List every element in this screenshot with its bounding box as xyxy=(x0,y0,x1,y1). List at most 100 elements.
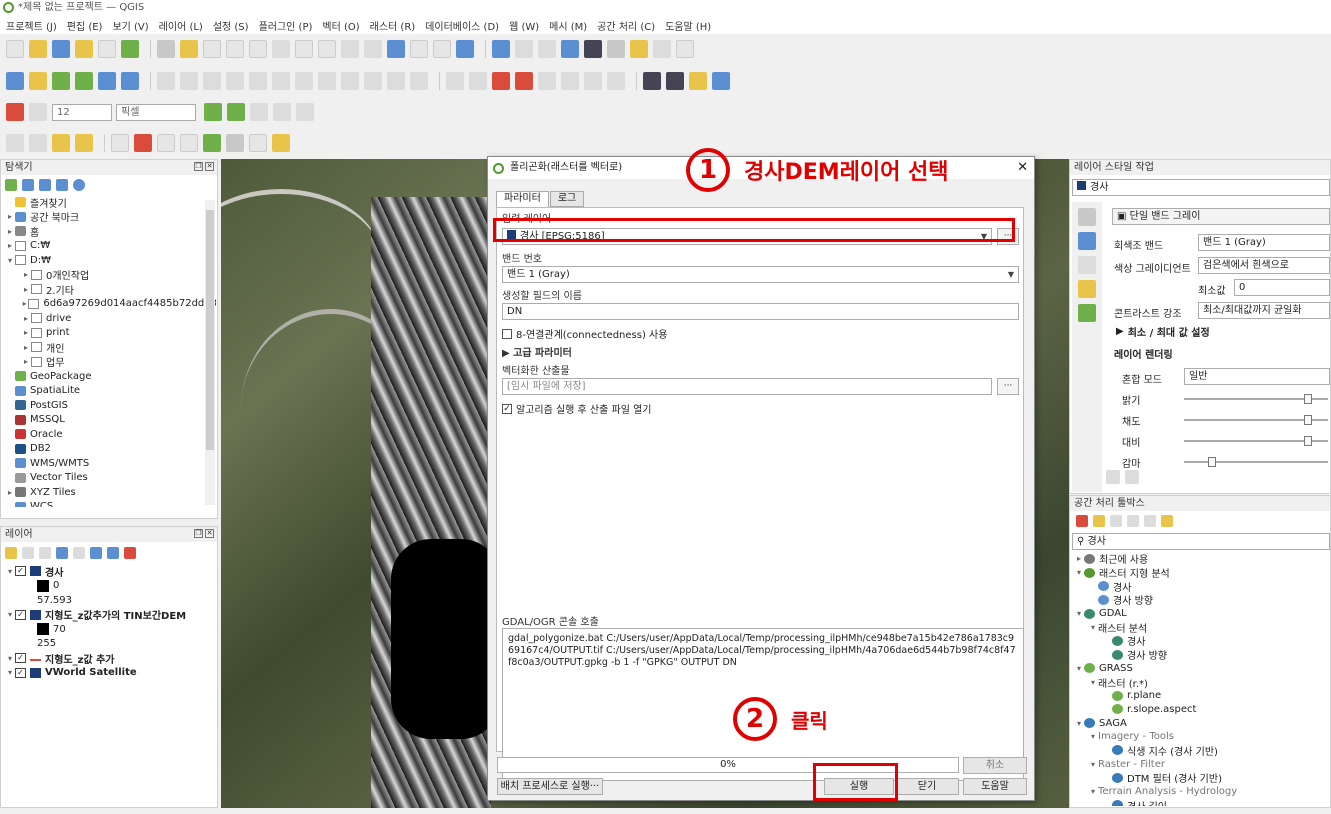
expand-arrow-icon[interactable]: ▾ xyxy=(5,567,15,576)
browser-item[interactable]: Oracle xyxy=(5,427,217,442)
browser-item[interactable]: ▸ 업무 xyxy=(5,355,217,369)
menu-item[interactable]: 플러그인 (P) xyxy=(259,18,313,33)
scripts-icon[interactable] xyxy=(1093,515,1105,527)
field-name-input[interactable]: DN xyxy=(502,303,1019,320)
expand-arrow-icon[interactable]: ▸ xyxy=(21,314,31,323)
deselect-icon[interactable] xyxy=(52,134,70,152)
zoom-full-icon[interactable] xyxy=(249,40,267,58)
models-icon[interactable] xyxy=(1076,515,1088,527)
expand-arrow-icon[interactable]: ▸ xyxy=(5,241,15,250)
toolbox-item[interactable]: ▾ GDAL xyxy=(1074,607,1328,621)
collapse-all-icon[interactable] xyxy=(56,179,68,191)
toolbox-item[interactable]: 식생 지수 (경사 기반) xyxy=(1074,744,1328,758)
toolbox-item[interactable]: DTM 필터 (경사 기반) xyxy=(1074,771,1328,785)
gamma-knob[interactable] xyxy=(1208,457,1216,467)
new-bookmark-icon[interactable] xyxy=(387,40,405,58)
connectedness-checkbox[interactable]: 8-연결관계(connectedness) 사용 xyxy=(502,326,667,341)
expand-arrow-icon[interactable]: ▸ xyxy=(21,270,31,279)
toolbox-item[interactable]: ▾ GRASS xyxy=(1074,662,1328,676)
data-source-manager-icon[interactable] xyxy=(6,72,24,90)
expand-arrow-icon[interactable]: ▸ xyxy=(5,212,15,221)
layer-row[interactable]: ▾ ✓ 지형도_z값 추가 xyxy=(5,651,217,666)
layer-row[interactable]: ▾ ✓ 지형도_z값추가의 TIN보간DEM xyxy=(5,608,217,622)
undo-style-icon[interactable] xyxy=(1106,470,1120,484)
browser-item[interactable]: ▸ 개인 xyxy=(5,340,217,355)
layout-manager-icon[interactable] xyxy=(75,40,93,58)
contrast-knob[interactable] xyxy=(1304,436,1312,446)
contrast-enhancement-select[interactable]: 최소/최대값까지 균일화 xyxy=(1198,302,1330,319)
expand-arrow-icon[interactable]: ▾ xyxy=(1088,760,1098,769)
gradient-select[interactable]: 검은색에서 흰색으로 xyxy=(1198,257,1330,274)
menu-item[interactable]: 설정 (S) xyxy=(213,18,249,33)
toolbox-item[interactable]: 경사 xyxy=(1074,579,1328,594)
menu-item[interactable]: 도움말 (H) xyxy=(665,18,711,33)
avoid-overlap-icon[interactable] xyxy=(227,103,245,121)
zoom-last-icon[interactable] xyxy=(341,40,359,58)
self-snap-icon[interactable] xyxy=(273,103,291,121)
filter-expression-icon[interactable] xyxy=(73,547,85,559)
add-mesh-icon[interactable] xyxy=(98,72,116,90)
expand-arrow-icon[interactable]: ▾ xyxy=(1088,787,1098,796)
browser-item[interactable]: ▸ 홈 xyxy=(5,224,217,239)
expand-arrow-icon[interactable]: ▸ xyxy=(1074,554,1084,563)
browser-scrollbar[interactable] xyxy=(205,200,215,505)
print-layout-icon[interactable] xyxy=(98,40,116,58)
zoom-native-icon[interactable] xyxy=(318,40,336,58)
browser-item[interactable]: WMS/WMTS xyxy=(5,456,217,471)
measure-icon[interactable] xyxy=(607,40,625,58)
collapse-layers-icon[interactable] xyxy=(107,547,119,559)
float-panel-icon[interactable]: ❐ xyxy=(194,162,203,171)
blend-mode-select[interactable]: 일반 xyxy=(1184,368,1330,385)
close-layers-icon[interactable]: ✕ xyxy=(205,529,214,538)
toolbox-item[interactable]: 경사 방향 xyxy=(1074,648,1328,662)
band-select[interactable]: 밴드 1 (Gray) ▼ xyxy=(502,266,1019,283)
close-panel-icon[interactable]: ✕ xyxy=(205,162,214,171)
python-icon[interactable] xyxy=(689,72,707,90)
toolbox-item[interactable]: r.plane xyxy=(1074,689,1328,703)
open-project-icon[interactable] xyxy=(29,40,47,58)
browser-item[interactable]: ▸ print xyxy=(5,326,217,341)
contrast-slider[interactable] xyxy=(1184,436,1328,446)
pan-hand-icon[interactable] xyxy=(157,40,175,58)
label-abc-icon[interactable] xyxy=(515,72,533,90)
menu-item[interactable]: 레이어 (L) xyxy=(159,18,203,33)
web-globe-icon[interactable] xyxy=(226,134,244,152)
dialog-close-icon[interactable]: ✕ xyxy=(1017,157,1028,179)
remove-layer-icon[interactable] xyxy=(124,547,136,559)
expand-arrow-icon[interactable]: ▸ xyxy=(21,285,31,294)
float-layers-icon[interactable]: ❐ xyxy=(194,529,203,538)
new-layer-icon[interactable] xyxy=(29,72,47,90)
help-icon[interactable] xyxy=(712,72,730,90)
connectedness-box[interactable] xyxy=(502,328,512,339)
move-label-icon[interactable] xyxy=(561,72,579,90)
output-file-input[interactable]: [임시 파일에 저장] xyxy=(502,378,992,395)
toolbox-item[interactable]: ▾ Raster - Filter xyxy=(1074,757,1328,771)
copy-features-icon[interactable] xyxy=(341,72,359,90)
expand-arrow-icon[interactable]: ▾ xyxy=(1088,623,1098,632)
manage-themes-icon[interactable] xyxy=(39,547,51,559)
brightness-knob[interactable] xyxy=(1304,394,1312,404)
layer-visibility-checkbox[interactable]: ✓ xyxy=(15,566,26,577)
refresh-icon[interactable] xyxy=(456,40,474,58)
expand-arrow-icon[interactable]: ▾ xyxy=(1088,732,1098,741)
add-vector-icon[interactable] xyxy=(52,72,70,90)
rendering-icon[interactable] xyxy=(1078,280,1096,298)
zoom-out-icon[interactable] xyxy=(226,40,244,58)
globe-icon[interactable] xyxy=(666,72,684,90)
change-label-icon[interactable] xyxy=(607,72,625,90)
toolbox-item[interactable]: ▾ Imagery - Tools xyxy=(1074,730,1328,744)
add-delimited-icon[interactable] xyxy=(121,72,139,90)
browser-item[interactable]: WCS xyxy=(5,500,217,507)
menu-item[interactable]: 웹 (W) xyxy=(509,18,539,33)
temporal-controller-icon[interactable] xyxy=(433,40,451,58)
show-bookmarks-icon[interactable] xyxy=(410,40,428,58)
output-browse-button[interactable]: ··· xyxy=(997,378,1019,395)
browser-item[interactable]: ▸ XYZ Tiles xyxy=(5,485,217,500)
symbology-icon[interactable] xyxy=(1078,208,1096,226)
open-output-checkbox[interactable]: ✓ 알고리즘 실행 후 산출 파일 열기 xyxy=(502,401,652,416)
redo-icon[interactable] xyxy=(410,72,428,90)
browser-item[interactable]: ▸ 공간 북마크 xyxy=(5,210,217,224)
toolbox-item[interactable]: ▾ Terrain Analysis - Hydrology xyxy=(1074,785,1328,799)
expand-arrow-icon[interactable]: ▸ xyxy=(21,343,31,352)
toolbox-item[interactable]: 경사 xyxy=(1074,634,1328,648)
